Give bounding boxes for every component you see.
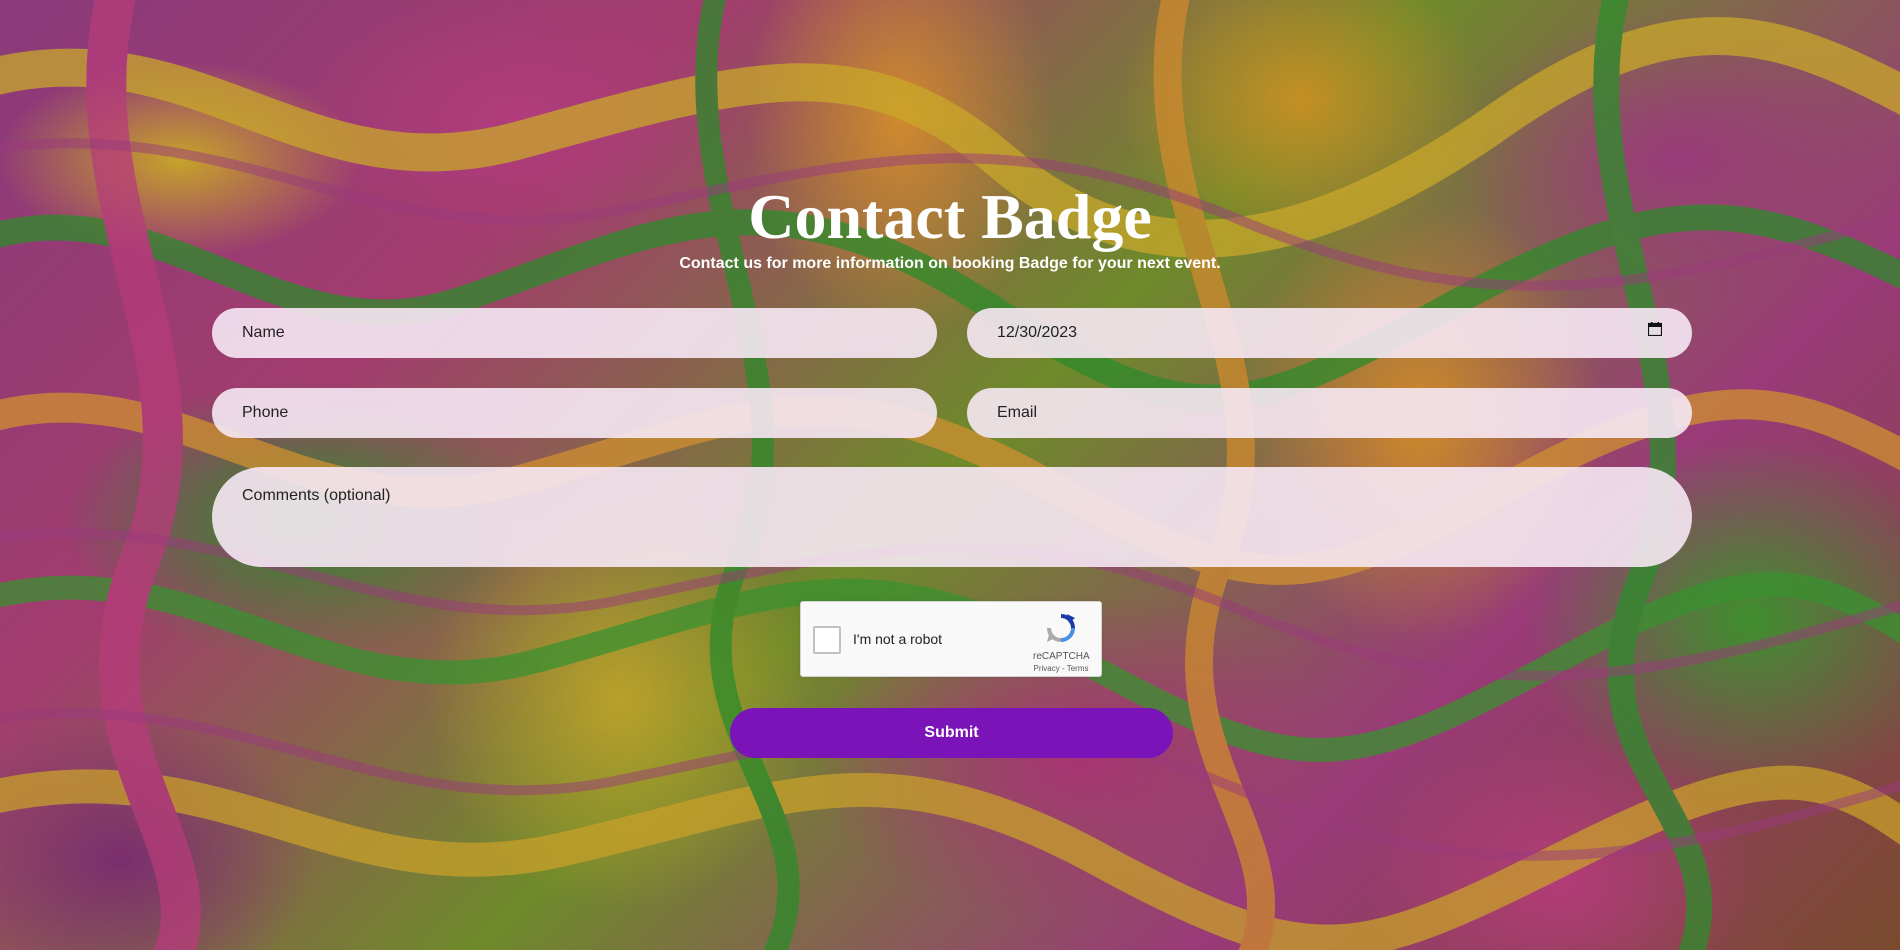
email-input[interactable]: Email	[967, 388, 1692, 438]
recaptcha-links[interactable]: Privacy - Terms	[1033, 664, 1089, 673]
date-input[interactable]: 12/30/2023	[967, 308, 1692, 358]
phone-input[interactable]: Phone	[212, 388, 937, 438]
recaptcha-logo: reCAPTCHA Privacy - Terms	[1033, 612, 1090, 673]
recaptcha-checkbox[interactable]	[813, 626, 841, 654]
date-value: 12/30/2023	[997, 324, 1078, 341]
recaptcha-label: I'm not a robot	[853, 631, 943, 647]
page-title: Contact Badge	[748, 181, 1152, 252]
email-placeholder: Email	[997, 404, 1038, 421]
name-placeholder: Name	[242, 324, 285, 341]
comments-placeholder: Comments (optional)	[242, 487, 391, 504]
phone-placeholder: Phone	[242, 404, 289, 421]
page-header: Contact Badge Contact us for more inform…	[0, 183, 1900, 273]
calendar-icon[interactable]	[1648, 322, 1662, 336]
name-input[interactable]: Name	[212, 308, 937, 358]
recaptcha-brand: reCAPTCHA	[1033, 651, 1090, 662]
comments-textarea[interactable]: Comments (optional)	[212, 467, 1692, 567]
recaptcha-icon	[1047, 614, 1075, 642]
page-subtitle: Contact us for more information on booki…	[679, 255, 1221, 272]
recaptcha-widget: I'm not a robot reCAPTCHA Privacy - Term…	[800, 601, 1102, 677]
submit-button[interactable]: Submit	[730, 708, 1173, 758]
